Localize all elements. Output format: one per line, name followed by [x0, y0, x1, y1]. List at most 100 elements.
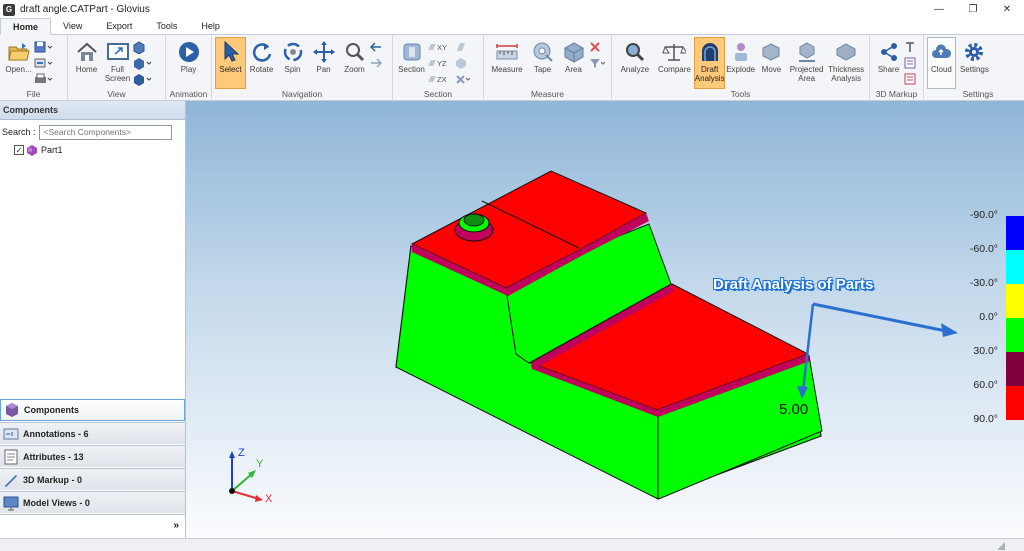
- share-button[interactable]: Share: [873, 37, 904, 89]
- group-file-label: File: [26, 89, 41, 99]
- 3d-viewport[interactable]: Draft Analysis of Parts 5.00 Z Y X -90.0…: [186, 101, 1024, 538]
- section-button[interactable]: Section: [396, 37, 427, 89]
- legend-label-1: -60.0°: [969, 243, 998, 255]
- tab-home[interactable]: Home: [0, 18, 52, 35]
- plane-yz-button[interactable]: YZ: [427, 56, 455, 70]
- tab-view[interactable]: View: [51, 18, 94, 34]
- accordion-components[interactable]: Components: [0, 399, 185, 421]
- part-model[interactable]: [186, 101, 1024, 538]
- play-icon: [178, 42, 199, 62]
- group-3d-markup: Share 3D Markup: [870, 35, 924, 101]
- thickness-analysis-label: Thickness Analysis: [828, 65, 865, 83]
- pan-icon: [312, 41, 335, 63]
- cloud-button[interactable]: Cloud: [927, 37, 956, 89]
- tab-export[interactable]: Export: [94, 18, 144, 34]
- tab-help[interactable]: Help: [189, 18, 232, 34]
- group-navigation: Select Rotate Spin Pan Zoom Navigation: [212, 35, 393, 101]
- components-icon: [6, 403, 18, 417]
- explode-label: Explode: [726, 65, 756, 74]
- fullscreen-button[interactable]: Full Screen: [102, 37, 133, 89]
- note-markup-button[interactable]: [904, 56, 918, 70]
- legend-swatch-3: [1006, 318, 1024, 352]
- plane-xy-button[interactable]: XY: [427, 40, 455, 54]
- legend-swatch-2: [1006, 284, 1024, 318]
- list-markup-button[interactable]: [904, 72, 918, 86]
- menu-bar: Home View Export Tools Help: [0, 18, 1024, 35]
- clear-measure-button[interactable]: [589, 40, 607, 54]
- note-icon: [904, 57, 916, 69]
- window-controls: — ❐ ✕: [922, 0, 1024, 19]
- move-button[interactable]: Move: [756, 37, 787, 89]
- spin-button[interactable]: Spin: [277, 37, 308, 89]
- group-animation: Play Animation: [166, 35, 212, 101]
- previous-view-button[interactable]: [370, 40, 384, 54]
- expand-panel-button[interactable]: »: [173, 520, 179, 531]
- accordion-model-views[interactable]: Model Views - 0: [0, 491, 185, 513]
- group-measure-label: Measure: [530, 89, 565, 99]
- accordion-components-label: Components: [24, 405, 79, 415]
- area-cube-icon: [564, 42, 583, 63]
- print-button[interactable]: [34, 72, 58, 86]
- analyze-button[interactable]: Analyze: [615, 37, 655, 89]
- fullscreen-label: Full Screen: [104, 65, 131, 83]
- window-title: draft angle.CATPart - Glovius: [20, 4, 150, 15]
- tape-button[interactable]: Tape: [527, 37, 558, 89]
- ribbon: Open... File Home Full Screen View Play …: [0, 35, 1024, 101]
- accordion-attributes[interactable]: Attributes - 13: [0, 445, 185, 467]
- play-button[interactable]: Play: [169, 37, 208, 89]
- draft-analysis-icon: [701, 43, 718, 61]
- plane-zx-button[interactable]: ZX: [427, 72, 455, 86]
- projected-area-icon: [798, 42, 815, 62]
- view-render-button[interactable]: [133, 72, 157, 86]
- compare-label: Compare: [657, 65, 691, 74]
- maximize-button[interactable]: ❐: [956, 0, 990, 19]
- view-cube-button[interactable]: [133, 40, 157, 54]
- resize-grip-icon[interactable]: [996, 541, 1006, 550]
- tab-tools[interactable]: Tools: [144, 18, 189, 34]
- projected-area-button[interactable]: Projected Area: [787, 37, 827, 89]
- part-icon: [27, 145, 37, 156]
- select-button[interactable]: Select: [215, 37, 246, 89]
- explode-button[interactable]: Explode: [725, 37, 756, 89]
- measure-button[interactable]: Measure: [487, 37, 527, 89]
- draft-analysis-button[interactable]: Draft Analysis: [694, 37, 726, 89]
- move-cube-icon: [762, 43, 780, 61]
- cloud-label: Cloud: [930, 65, 952, 74]
- section-face-button[interactable]: [455, 40, 473, 54]
- plane-xy-label: XY: [437, 42, 448, 52]
- text-markup-button[interactable]: [904, 40, 918, 54]
- legend-label-6: 90.0°: [973, 413, 998, 425]
- home-button[interactable]: Home: [71, 37, 102, 89]
- rotate-button[interactable]: Rotate: [246, 37, 277, 89]
- pan-button[interactable]: Pan: [308, 37, 339, 89]
- accordion-annotations[interactable]: Annotations - 6: [0, 422, 185, 444]
- close-button[interactable]: ✕: [990, 0, 1024, 19]
- view-style-button[interactable]: [133, 56, 157, 70]
- section-icon: [403, 43, 420, 61]
- legend-label-4: 30.0°: [973, 345, 998, 357]
- tree-item-part1[interactable]: ✓ Part1: [0, 143, 185, 157]
- part1-visibility-checkbox[interactable]: ✓: [14, 145, 24, 155]
- open-button[interactable]: Open...: [3, 37, 34, 89]
- search-components-input[interactable]: [38, 124, 172, 140]
- accordion-footer: »: [0, 514, 185, 538]
- save-button[interactable]: [34, 40, 58, 54]
- fullscreen-icon: [106, 43, 129, 60]
- settings-button[interactable]: Settings: [956, 37, 993, 89]
- home-label: Home: [75, 65, 98, 74]
- area-button[interactable]: Area: [558, 37, 589, 89]
- measure-filter-button[interactable]: [589, 56, 607, 70]
- export-button[interactable]: [34, 56, 58, 70]
- thickness-analysis-button[interactable]: Thickness Analysis: [826, 37, 866, 89]
- minimize-button[interactable]: —: [922, 0, 956, 19]
- zoom-button[interactable]: Zoom: [339, 37, 370, 89]
- section-cap-button[interactable]: [455, 56, 473, 70]
- compare-button[interactable]: Compare: [655, 37, 695, 89]
- accordion-3d-markup[interactable]: 3D Markup - 0: [0, 468, 185, 490]
- legend-swatch-4: [1006, 352, 1024, 386]
- draft-analysis-label: Draft Analysis: [694, 65, 725, 83]
- save-icon: [34, 41, 53, 53]
- legend-label-3: 0.0°: [979, 311, 998, 323]
- next-view-button[interactable]: [370, 56, 384, 70]
- section-tools-button[interactable]: [455, 72, 473, 86]
